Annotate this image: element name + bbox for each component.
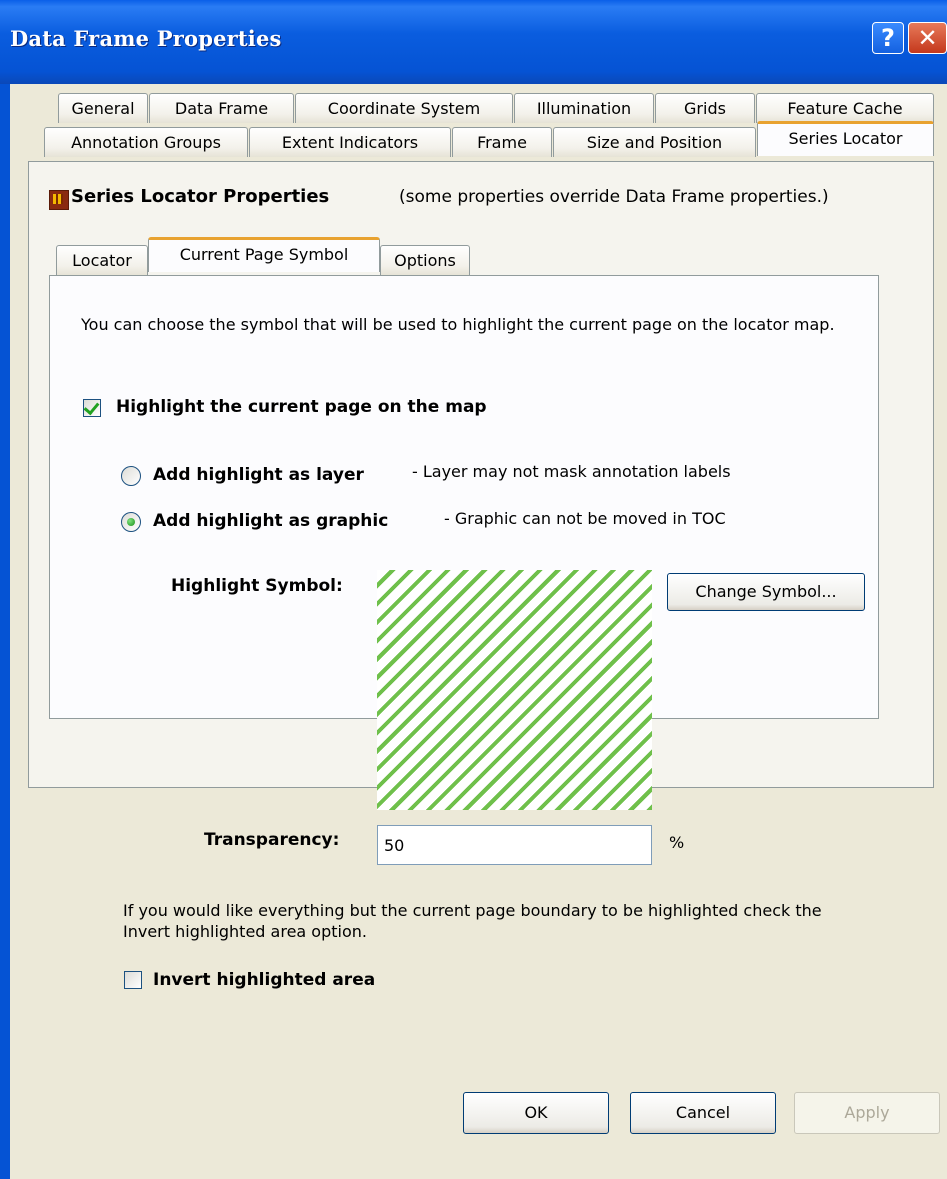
highlight-checkbox-label[interactable]: Highlight the current page on the map: [116, 397, 487, 417]
tab-size-and-position[interactable]: Size and Position: [553, 127, 756, 157]
ok-button[interactable]: OK: [463, 1092, 609, 1134]
change-symbol-button[interactable]: Change Symbol...: [667, 573, 865, 611]
help-button[interactable]: ?: [872, 22, 904, 54]
series-locator-icon: [49, 190, 69, 210]
radio-selected-dot: [127, 518, 135, 526]
layer-note: - Layer may not mask annotation labels: [412, 462, 731, 481]
title-bar[interactable]: Data Frame Properties ? ✕: [0, 0, 947, 84]
highlight-checkbox[interactable]: [83, 398, 101, 417]
section-note: (some properties override Data Frame pro…: [399, 187, 829, 207]
radio-add-as-layer[interactable]: [121, 466, 141, 486]
invert-note: If you would like everything but the cur…: [123, 901, 822, 941]
checkmark-icon: [83, 398, 100, 416]
apply-button[interactable]: Apply: [794, 1092, 940, 1134]
dialog-window: Data Frame Properties ? ✕ General Data F…: [0, 0, 947, 1179]
tab-illumination[interactable]: Illumination: [514, 93, 654, 123]
tab-data-frame[interactable]: Data Frame: [149, 93, 294, 123]
highlight-symbol-preview[interactable]: [377, 570, 652, 810]
subtab-locator[interactable]: Locator: [56, 245, 148, 275]
subtab-current-page-symbol[interactable]: Current Page Symbol: [148, 237, 380, 272]
tab-extent-indicators[interactable]: Extent Indicators: [249, 127, 451, 157]
invert-checkbox[interactable]: [124, 971, 142, 989]
radio-add-as-graphic[interactable]: [121, 512, 141, 532]
window-title: Data Frame Properties: [10, 26, 282, 51]
invert-checkbox-label[interactable]: Invert highlighted area: [153, 970, 375, 990]
radio-add-as-graphic-label[interactable]: Add highlight as graphic: [153, 511, 388, 531]
tab-annotation-groups[interactable]: Annotation Groups: [44, 127, 248, 157]
transparency-input[interactable]: 50: [377, 825, 652, 865]
transparency-unit: %: [669, 833, 685, 852]
window-border: [0, 84, 10, 1179]
graphic-note: - Graphic can not be moved in TOC: [444, 509, 726, 528]
tab-frame[interactable]: Frame: [452, 127, 552, 157]
description-text: You can choose the symbol that will be u…: [81, 315, 835, 334]
tab-feature-cache[interactable]: Feature Cache: [756, 93, 934, 123]
highlight-symbol-label: Highlight Symbol:: [171, 576, 343, 596]
tab-coordinate-system[interactable]: Coordinate System: [295, 93, 513, 123]
tab-grids[interactable]: Grids: [655, 93, 755, 123]
section-title: Series Locator Properties: [71, 186, 330, 207]
close-button[interactable]: ✕: [908, 22, 947, 54]
cancel-button[interactable]: Cancel: [630, 1092, 776, 1134]
radio-add-as-layer-label[interactable]: Add highlight as layer: [153, 465, 364, 485]
transparency-label: Transparency:: [204, 830, 340, 850]
tab-series-locator[interactable]: Series Locator: [757, 121, 934, 156]
tab-general[interactable]: General: [58, 93, 148, 123]
subtab-options[interactable]: Options: [380, 245, 470, 275]
